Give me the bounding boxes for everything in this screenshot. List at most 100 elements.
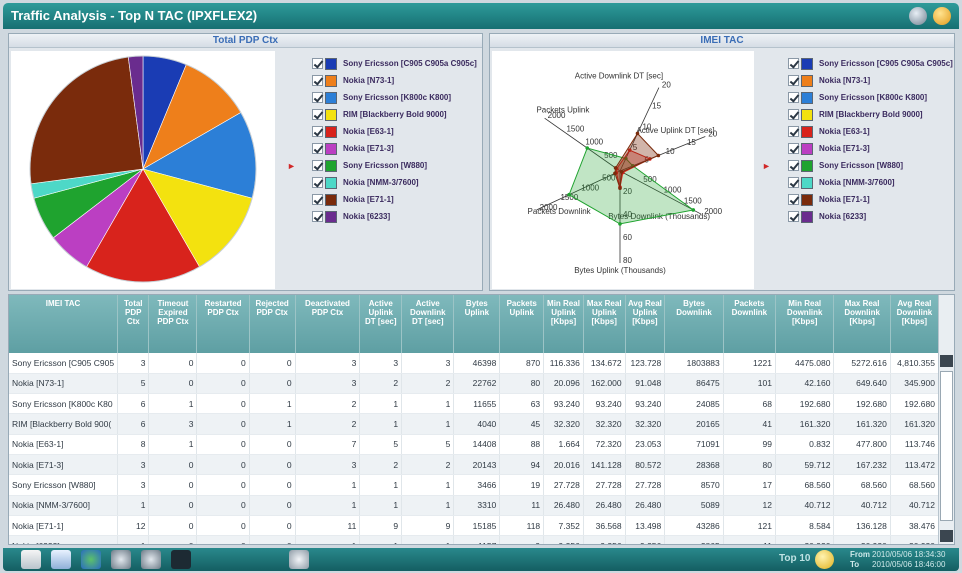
scroll-down-icon[interactable] — [940, 530, 953, 542]
to-label: To — [850, 559, 860, 569]
legend-item[interactable]: Sony Ericsson [C905 C905a C905c] — [312, 55, 477, 72]
column-header[interactable]: Packets Uplink — [499, 295, 545, 353]
table-row[interactable]: Nokia [N73-1] 5 0 0 0 3 2 2 22762 80 20.096 162.000… — [9, 373, 940, 395]
column-header[interactable]: Active Downlink DT [sec] — [401, 295, 455, 353]
table-row[interactable]: RIM [Blackberry Bold 900(6 3 0 1 2 1 1 4040 45 32… — [9, 413, 940, 435]
radar-point[interactable] — [618, 222, 622, 226]
column-header[interactable]: Total PDP Ctx — [117, 295, 150, 353]
radar-point[interactable] — [567, 192, 571, 197]
legend-checkbox[interactable] — [312, 143, 323, 154]
table-row[interactable]: Nokia [NMM-3/7600] 1 0 0 0 1 1 1 3310 11 26.480 26.… — [9, 495, 940, 516]
legend-item[interactable]: Nokia [E63-1] — [788, 123, 953, 140]
legend-item[interactable]: RIM [Blackberry Bold 9000] — [788, 106, 953, 123]
legend-checkbox[interactable] — [788, 143, 799, 154]
table-cell: 0 — [148, 474, 198, 496]
table-cell: 20143 — [453, 454, 501, 476]
column-header[interactable]: Avg Real Downlink [Kbps] — [890, 295, 940, 353]
legend-checkbox[interactable] — [312, 58, 323, 69]
legend-item[interactable]: Sony Ericsson [K800c K800] — [788, 89, 953, 106]
legend-item[interactable]: Nokia [N73-1] — [788, 72, 953, 89]
legend-checkbox[interactable] — [312, 211, 323, 222]
column-header[interactable]: Max Real Uplink [Kbps] — [583, 295, 626, 353]
radar-point[interactable] — [619, 170, 624, 174]
radar-point[interactable] — [691, 208, 696, 212]
legend-item[interactable]: Nokia [E71-1] — [312, 191, 477, 208]
table-row[interactable]: Nokia [6233]1000111115799.2569.2569.2563… — [9, 535, 940, 544]
radar-point[interactable] — [618, 186, 622, 191]
scroll-up-icon[interactable] — [940, 355, 953, 367]
legend-item[interactable]: Nokia [NMM-3/7600] — [312, 174, 477, 191]
table-cell: 30.920 — [775, 535, 835, 544]
column-header[interactable]: Rejected PDP Ctx — [249, 295, 296, 353]
legend-item[interactable]: Nokia [6233] — [312, 208, 477, 225]
table-cell: 71091 — [664, 434, 724, 455]
radar-point[interactable] — [613, 171, 617, 176]
tools-icon[interactable] — [111, 550, 131, 569]
legend-item[interactable]: Sony Ericsson [K800c K800] — [312, 89, 477, 106]
column-header[interactable]: Deactivated PDP Ctx — [295, 295, 361, 353]
legend-item[interactable]: Nokia [N73-1] — [312, 72, 477, 89]
column-header[interactable]: Min Real Uplink [Kbps] — [543, 295, 584, 353]
column-header[interactable]: IMEI TAC — [9, 295, 119, 353]
legend-checkbox[interactable] — [788, 75, 799, 86]
table-view-icon[interactable] — [51, 550, 71, 569]
legend-toggle-arrow-icon[interactable]: ► — [762, 161, 771, 171]
legend-item[interactable]: RIM [Blackberry Bold 9000] — [312, 106, 477, 123]
export-icon[interactable] — [21, 550, 41, 569]
legend-toggle-arrow-icon[interactable]: ► — [287, 161, 296, 171]
terminal-icon[interactable] — [171, 550, 191, 569]
legend-checkbox[interactable] — [788, 194, 799, 205]
column-header[interactable]: Avg Real Uplink [Kbps] — [625, 295, 666, 353]
legend-item[interactable]: Sony Ericsson [W880] — [312, 157, 477, 174]
help-icon[interactable] — [909, 7, 927, 25]
pie-slice[interactable] — [29, 56, 144, 185]
column-header[interactable]: Packets Downlink — [723, 295, 776, 353]
legend-checkbox[interactable] — [788, 160, 799, 171]
legend-item[interactable]: Nokia [E71-3] — [312, 140, 477, 157]
radar-point[interactable] — [585, 146, 590, 150]
column-header[interactable]: Bytes Downlink — [664, 295, 724, 353]
legend-checkbox[interactable] — [312, 126, 323, 137]
print-icon[interactable] — [289, 550, 309, 569]
legend-checkbox[interactable] — [788, 92, 799, 103]
column-header[interactable]: Max Real Downlink [Kbps] — [833, 295, 891, 353]
chart-view-icon[interactable] — [81, 550, 101, 569]
legend-checkbox[interactable] — [312, 75, 323, 86]
legend-checkbox[interactable] — [788, 109, 799, 120]
top-n-selector-icon[interactable] — [815, 550, 834, 569]
legend-checkbox[interactable] — [312, 177, 323, 188]
legend-checkbox[interactable] — [788, 177, 799, 188]
legend-checkbox[interactable] — [312, 92, 323, 103]
legend-checkbox[interactable] — [312, 194, 323, 205]
column-header[interactable]: Active Uplink DT [sec] — [359, 295, 403, 353]
table-row[interactable]: Sony Ericsson [W880] 3 0 0 0 1 1 1 3466 19 27.728 2… — [9, 474, 940, 496]
legend-checkbox[interactable] — [788, 126, 799, 137]
legend-checkbox[interactable] — [312, 160, 323, 171]
table-scrollbar[interactable] — [938, 295, 954, 544]
legend-checkbox[interactable] — [788, 211, 799, 222]
legend-checkbox[interactable] — [312, 109, 323, 120]
table-row[interactable]: Nokia [E71-1] 12 0 0 0 11 9 9 15185 118 7.352 36.56… — [9, 515, 940, 537]
column-header[interactable]: Restarted PDP Ctx — [196, 295, 250, 353]
settings-icon[interactable] — [141, 550, 161, 569]
legend-item[interactable]: Nokia [NMM-3/7600] — [788, 174, 953, 191]
radar-point[interactable] — [635, 131, 640, 136]
legend-item[interactable]: Sony Ericsson [C905 C905a C905c] — [788, 55, 953, 72]
column-header[interactable]: Min Real Downlink [Kbps] — [775, 295, 835, 353]
legend-item[interactable]: Nokia [6233] — [788, 208, 953, 225]
table-row[interactable]: Sony Ericsson [K800c K80 6 1 0 1 2 1 1 11655 63 93… — [9, 393, 940, 415]
close-icon[interactable] — [933, 7, 951, 25]
legend-item[interactable]: Nokia [E71-3] — [788, 140, 953, 157]
column-header[interactable]: Timeout Expired PDP Ctx — [148, 295, 198, 353]
legend-item[interactable]: Sony Ericsson [W880] — [788, 157, 953, 174]
legend-item[interactable]: Nokia [E71-1] — [788, 191, 953, 208]
legend-item[interactable]: Nokia [E63-1] — [312, 123, 477, 140]
radar-point[interactable] — [613, 166, 618, 170]
table-row[interactable]: Nokia [E63-1] 8 1 0 0 7 5 5 14408 88 1.664 72.320 23… — [9, 434, 940, 455]
radar-point[interactable] — [656, 153, 661, 158]
column-header[interactable]: Bytes Uplink — [453, 295, 501, 353]
table-row[interactable]: Sony Ericsson [C905 C905 3 0 0 0 3 3 3 46398 870 1… — [9, 353, 940, 374]
legend-checkbox[interactable] — [788, 58, 799, 69]
scroll-thumb[interactable] — [940, 371, 953, 521]
table-row[interactable]: Nokia [E71-3] 3 0 0 0 3 2 2 20143 94 20.016 141.128… — [9, 454, 940, 476]
